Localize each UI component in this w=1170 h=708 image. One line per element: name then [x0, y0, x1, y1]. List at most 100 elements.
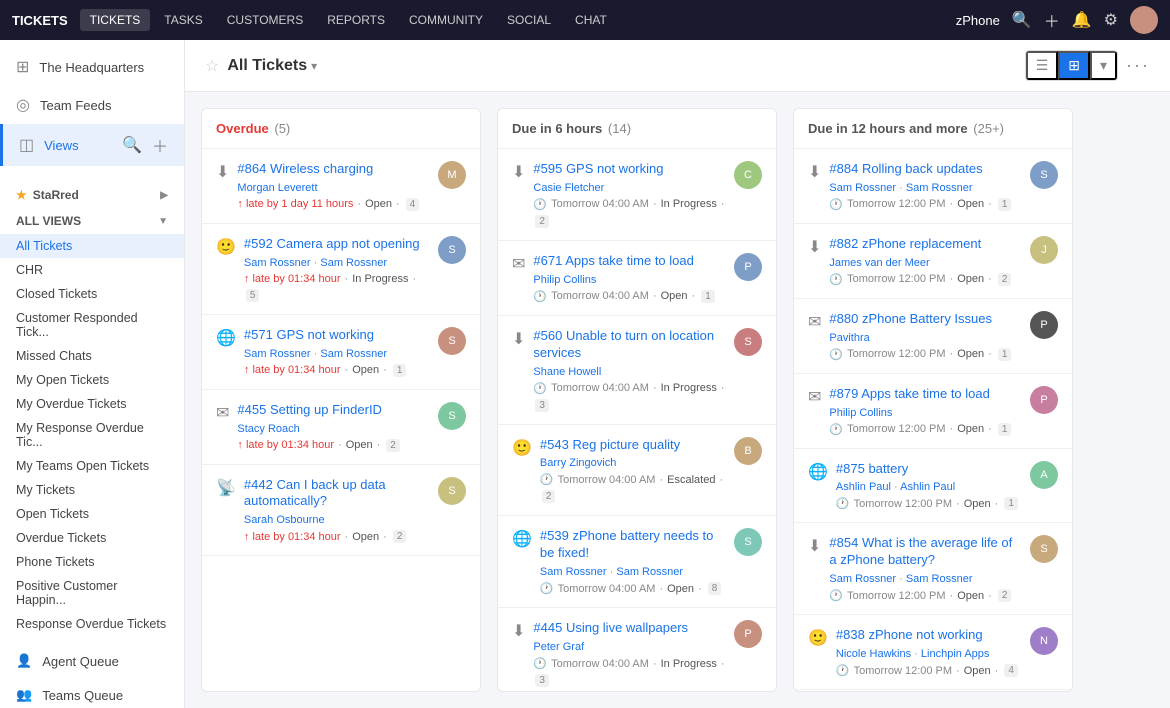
sidebar-nav-response-overdue[interactable]: Response Overdue Tickets — [0, 612, 184, 636]
ticket-card-879[interactable]: ✉ #879 Apps take time to load Philip Col… — [794, 374, 1072, 449]
agent1-882[interactable]: James van der Meer — [829, 257, 929, 269]
nav-reports[interactable]: COMMUNITY — [399, 9, 493, 31]
sidebar-nav-my-tickets[interactable]: My Tickets — [0, 478, 184, 502]
sidebar-nav-chr[interactable]: CHR — [0, 258, 184, 282]
notification-icon[interactable]: 🔔 — [1072, 10, 1092, 30]
title-star-icon[interactable]: ☆ — [205, 56, 219, 76]
nav-customers[interactable]: REPORTS — [317, 9, 395, 31]
nav-community[interactable]: SOCIAL — [497, 9, 561, 31]
agent1-884[interactable]: Sam Rossner — [829, 182, 896, 194]
agent2-875[interactable]: Ashlin Paul — [894, 481, 955, 493]
sidebar-nav-phone[interactable]: Phone Tickets — [0, 550, 184, 574]
settings-icon[interactable]: ⚙ — [1104, 10, 1118, 30]
ticket-card-571[interactable]: 🌐 #571 GPS not working Sam Rossner Sam R… — [202, 315, 480, 390]
nav-tickets[interactable]: TICKETS — [80, 9, 151, 31]
sidebar-nav-customer-responded[interactable]: Customer Responded Tick... — [0, 306, 184, 344]
agent2-571[interactable]: Sam Rossner — [314, 348, 387, 360]
agent1-560[interactable]: Shane Howell — [533, 366, 601, 378]
ticket-card-838[interactable]: 🙂 #838 zPhone not working Nicole Hawkins… — [794, 615, 1072, 690]
status-560: In Progress — [661, 382, 717, 394]
ticket-card-543[interactable]: 🙂 #543 Reg picture quality Barry Zingovi… — [498, 425, 776, 517]
search-views-icon[interactable]: 🔍 — [122, 135, 142, 155]
sidebar-agent-queue[interactable]: 👤 Agent Queue — [0, 644, 184, 678]
agent1-875[interactable]: Ashlin Paul — [836, 481, 891, 493]
ticket-card-884[interactable]: ⬇ #884 Rolling back updates Sam Rossner … — [794, 149, 1072, 224]
nav-tasks[interactable]: CUSTOMERS — [217, 9, 313, 31]
ticket-agents-879: Philip Collins — [829, 407, 1022, 419]
time-882: Tomorrow 12:00 PM — [847, 273, 945, 285]
sidebar-item-views[interactable]: ◫ Views 🔍 ＋ — [0, 124, 184, 166]
agent1-442[interactable]: Sarah Osbourne — [244, 514, 325, 526]
sidebar-nav-closed-tickets[interactable]: Closed Tickets — [0, 282, 184, 306]
search-icon[interactable]: 🔍 — [1012, 10, 1032, 30]
ticket-card-854[interactable]: ⬇ #854 What is the average life of a zPh… — [794, 523, 1072, 615]
avatar-592: S — [438, 236, 466, 264]
add-icon[interactable]: ＋ — [1044, 8, 1060, 32]
ticket-card-864[interactable]: ⬇ #864 Wireless charging Morgan Leverett… — [202, 149, 480, 224]
agent1-854[interactable]: Sam Rossner — [829, 573, 896, 585]
ticket-info-445: #445 Using live wallpapers Peter Graf 🕐 … — [533, 620, 726, 687]
sidebar-nav-my-teams-open[interactable]: My Teams Open Tickets — [0, 454, 184, 478]
list-view-btn[interactable]: ☰ — [1026, 51, 1059, 80]
ticket-icon-442: 📡 — [216, 478, 236, 498]
sidebar-nav-my-open[interactable]: My Open Tickets — [0, 368, 184, 392]
agent2-838[interactable]: Linchpin Apps — [914, 648, 989, 660]
sidebar-nav-my-response-overdue[interactable]: My Response Overdue Tic... — [0, 416, 184, 454]
sidebar-item-teamfeeds[interactable]: ◎ Team Feeds — [0, 86, 184, 124]
ticket-card-875[interactable]: 🌐 #875 battery Ashlin Paul Ashlin Paul 🕐… — [794, 449, 1072, 524]
ticket-title-455: #455 Setting up FinderID — [237, 402, 430, 419]
avatar-875: A — [1030, 461, 1058, 489]
agent1-880[interactable]: Pavithra — [829, 332, 869, 344]
ticket-card-539[interactable]: 🌐 #539 zPhone battery needs to be fixed!… — [498, 516, 776, 608]
sidebar-item-headquarters[interactable]: ⊞ The Headquarters — [0, 48, 184, 86]
ticket-card-445[interactable]: ⬇ #445 Using live wallpapers Peter Graf … — [498, 608, 776, 691]
sidebar-nav-all-tickets[interactable]: All Tickets — [0, 234, 184, 258]
sidebar-nav-missed-chats[interactable]: Missed Chats — [0, 344, 184, 368]
agent1-455[interactable]: Stacy Roach — [237, 423, 299, 435]
ticket-card-455[interactable]: ✉ #455 Setting up FinderID Stacy Roach ↑… — [202, 390, 480, 465]
sidebar-nav-my-overdue[interactable]: My Overdue Tickets — [0, 392, 184, 416]
agent1-571[interactable]: Sam Rossner — [244, 348, 311, 360]
nav-kb[interactable]: TASKS — [154, 9, 212, 31]
agent2-539[interactable]: Sam Rossner — [610, 566, 683, 578]
ticket-title-879: #879 Apps take time to load — [829, 386, 1022, 403]
agent1-671[interactable]: Philip Collins — [533, 274, 596, 286]
agent2-854[interactable]: Sam Rossner — [899, 573, 972, 585]
agent2-592[interactable]: Sam Rossner — [314, 257, 387, 269]
add-view-icon[interactable]: ＋ — [152, 133, 168, 157]
ticket-card-595[interactable]: ⬇ #595 GPS not working Casie Fletcher 🕐 … — [498, 149, 776, 241]
tag-879: 1 — [998, 423, 1012, 436]
agent1-864[interactable]: Morgan Leverett — [237, 182, 317, 194]
all-views-arrow[interactable]: ▼ — [158, 216, 168, 227]
agent1-838[interactable]: Nicole Hawkins — [836, 648, 911, 660]
ticket-card-442[interactable]: 📡 #442 Can I back up data automatically?… — [202, 465, 480, 557]
more-options-btn[interactable]: ··· — [1126, 55, 1150, 76]
status-880: Open — [957, 348, 984, 360]
user-avatar[interactable] — [1130, 6, 1158, 34]
agent1-539[interactable]: Sam Rossner — [540, 566, 607, 578]
sidebar-starred[interactable]: ★ StaRred ▶ — [0, 182, 184, 208]
app-name[interactable]: zPhone — [956, 13, 1000, 28]
ticket-card-592[interactable]: 🙂 #592 Camera app not opening Sam Rossne… — [202, 224, 480, 315]
title-dropdown-arrow[interactable]: ▾ — [311, 59, 317, 73]
agent1-879[interactable]: Philip Collins — [829, 407, 892, 419]
agent1-543[interactable]: Barry Zingovich — [540, 457, 616, 469]
ticket-card-560[interactable]: ⬇ #560 Unable to turn on location servic… — [498, 316, 776, 425]
sidebar-nav-overdue[interactable]: Overdue Tickets — [0, 526, 184, 550]
page-title[interactable]: All Tickets — [227, 57, 307, 75]
ticket-card-880[interactable]: ✉ #880 zPhone Battery Issues Pavithra 🕐 … — [794, 299, 1072, 374]
status-864: Open — [365, 198, 392, 210]
sidebar-nav-open[interactable]: Open Tickets — [0, 502, 184, 526]
agent1-445[interactable]: Peter Graf — [533, 641, 584, 653]
view-toggle-dropdown[interactable]: ▾ — [1090, 51, 1117, 80]
tag-880: 1 — [998, 348, 1012, 361]
agent2-884[interactable]: Sam Rossner — [899, 182, 972, 194]
sidebar-teams-queue[interactable]: 👥 Teams Queue — [0, 678, 184, 708]
ticket-card-882[interactable]: ⬇ #882 zPhone replacement James van der … — [794, 224, 1072, 299]
nav-social[interactable]: CHAT — [565, 9, 617, 31]
ticket-card-671[interactable]: ✉ #671 Apps take time to load Philip Col… — [498, 241, 776, 316]
agent1-592[interactable]: Sam Rossner — [244, 257, 311, 269]
grid-view-btn[interactable]: ⊞ — [1058, 51, 1090, 80]
sidebar-nav-positive[interactable]: Positive Customer Happin... — [0, 574, 184, 612]
agent1-595[interactable]: Casie Fletcher — [533, 182, 604, 194]
